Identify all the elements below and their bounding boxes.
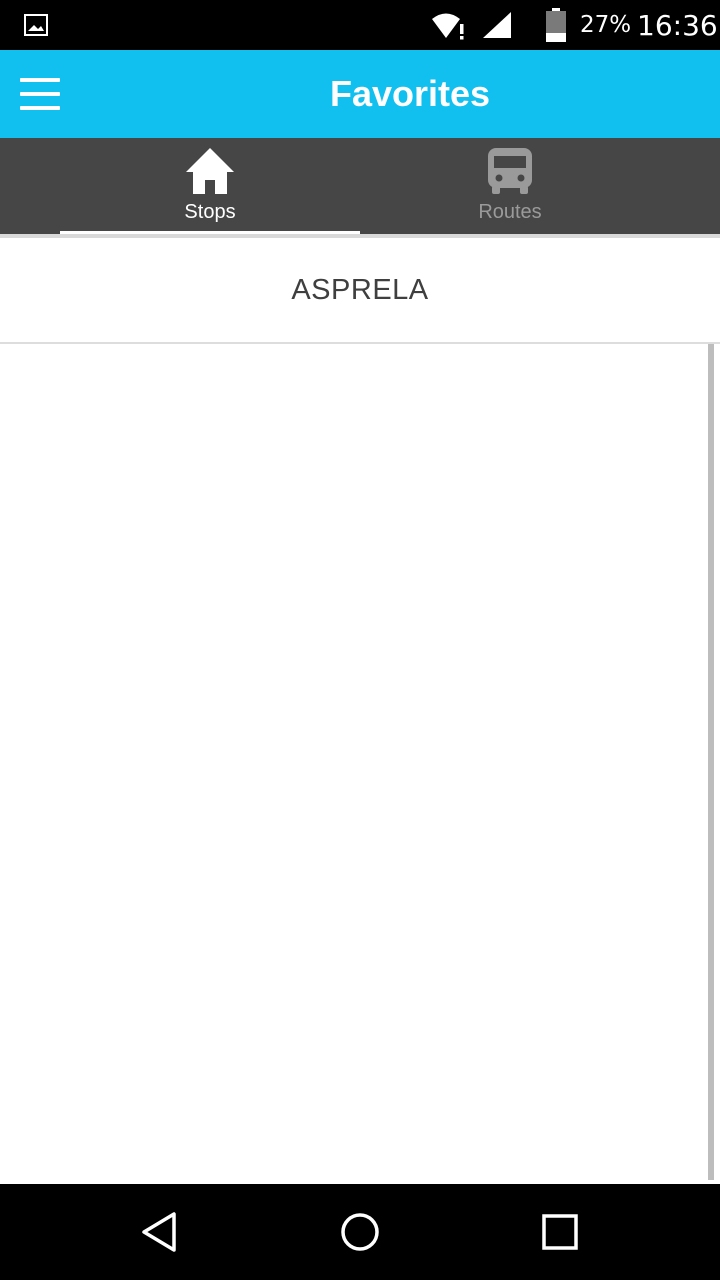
battery-icon [546, 8, 566, 42]
tab-stops[interactable]: Stops [60, 138, 360, 234]
battery-percentage: 27% [580, 12, 632, 38]
stop-name: ASPRELA [291, 274, 429, 306]
recents-square-icon[interactable] [538, 1210, 582, 1254]
wifi-alert-icon [432, 13, 464, 40]
home-icon [186, 148, 234, 194]
tab-routes-label: Routes [478, 201, 542, 223]
tab-routes[interactable]: Routes [360, 138, 660, 234]
status-time: 16:36 [637, 9, 718, 42]
home-circle-icon[interactable] [338, 1210, 382, 1254]
status-bar: 27% 16:36 [0, 0, 720, 50]
app-bar: Favorites [0, 50, 720, 138]
bus-icon [488, 148, 532, 194]
list-divider [0, 342, 720, 344]
page-title: Favorites [329, 73, 491, 114]
tab-bar: Stops Routes [0, 138, 720, 234]
back-icon[interactable] [138, 1210, 182, 1254]
image-notification-icon [24, 14, 48, 36]
hamburger-menu-icon[interactable] [20, 78, 60, 110]
system-nav-bar [0, 1184, 720, 1280]
list-item[interactable]: ASPRELA [0, 238, 720, 342]
cellular-signal-icon [483, 12, 511, 38]
tab-stops-label: Stops [184, 201, 236, 223]
scrollbar[interactable] [708, 344, 714, 1180]
